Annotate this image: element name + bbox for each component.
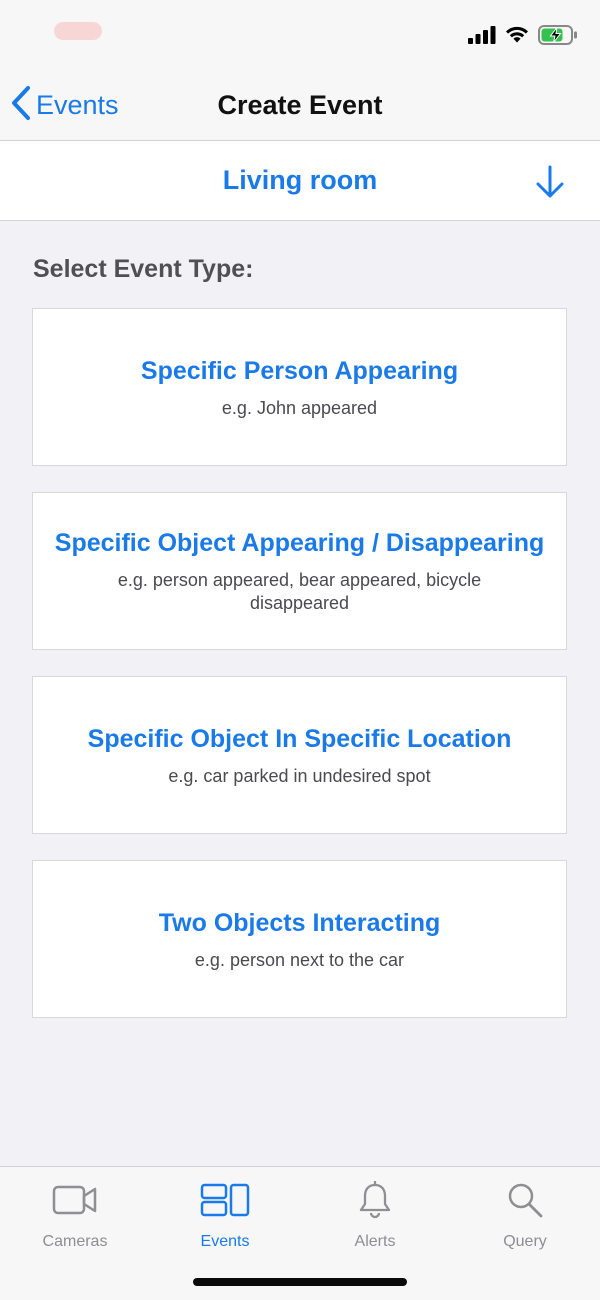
bell-icon — [358, 1181, 392, 1219]
events-grid-icon — [200, 1181, 250, 1219]
tab-events[interactable]: Events — [150, 1181, 300, 1261]
video-camera-icon — [52, 1181, 98, 1219]
tab-cameras[interactable]: Cameras — [0, 1181, 150, 1261]
event-type-title: Two Objects Interacting — [158, 908, 441, 937]
tab-label: Query — [503, 1233, 547, 1250]
create-event-screen: Events Create Event Living room Select E… — [0, 0, 600, 1300]
event-type-description: e.g. person next to the car — [194, 949, 405, 970]
section-heading: Select Event Type: — [33, 255, 254, 283]
event-type-card-object-location[interactable]: Specific Object In Specific Location e.g… — [32, 676, 567, 834]
event-type-description: e.g. car parked in undesired spot — [168, 765, 431, 786]
battery-charging-icon — [538, 24, 578, 50]
event-type-card-specific-person[interactable]: Specific Person Appearing e.g. John appe… — [32, 308, 567, 466]
page-title: Create Event — [217, 90, 383, 120]
navigation-bar: Events Create Event — [0, 70, 600, 141]
tab-query[interactable]: Query — [450, 1181, 600, 1261]
selected-camera-label: Living room — [222, 165, 378, 195]
event-type-description: e.g. person appeared, bear appeared, bic… — [117, 570, 482, 613]
camera-selector[interactable]: Living room — [0, 141, 600, 221]
event-type-title: Specific Person Appearing — [140, 356, 459, 385]
home-indicator[interactable] — [193, 1278, 407, 1286]
status-icons — [468, 24, 578, 50]
event-type-title: Specific Object In Specific Location — [87, 724, 512, 753]
event-type-title: Specific Object Appearing / Disappearing — [54, 529, 545, 557]
tab-label: Alerts — [354, 1233, 396, 1250]
magnifier-icon — [506, 1181, 544, 1219]
tab-alerts[interactable]: Alerts — [300, 1181, 450, 1261]
tab-label: Cameras — [42, 1233, 108, 1250]
arrow-down-icon — [536, 165, 564, 204]
event-type-description: e.g. John appeared — [221, 397, 378, 418]
status-bar — [0, 0, 600, 70]
cellular-signal-icon — [468, 25, 496, 49]
recording-indicator — [54, 22, 102, 40]
wifi-icon — [504, 25, 530, 49]
tab-label: Events — [200, 1233, 250, 1250]
event-type-card-object-appearing[interactable]: Specific Object Appearing / Disappearing… — [32, 492, 567, 650]
event-type-card-two-objects[interactable]: Two Objects Interacting e.g. person next… — [32, 860, 567, 1018]
